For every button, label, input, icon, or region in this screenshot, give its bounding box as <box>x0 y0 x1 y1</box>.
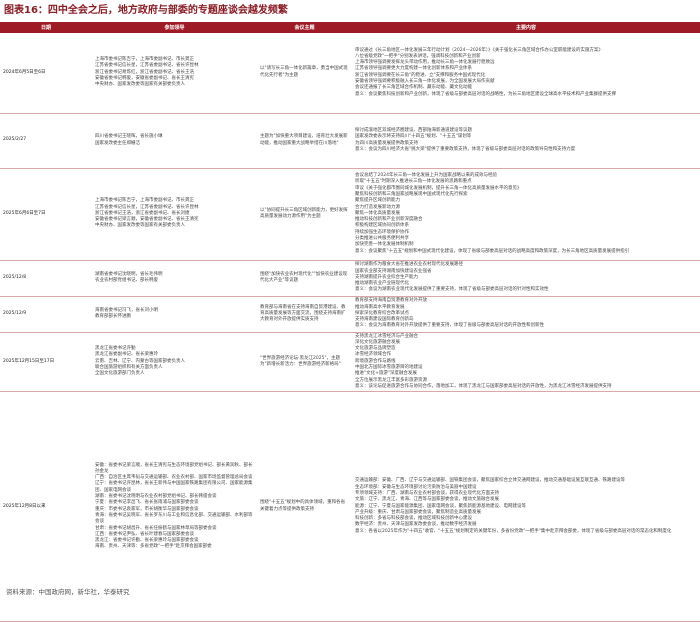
content-line: 意义：该论坛促进旅游合作与协同合作，落地加工，体现了黑龙江与国家部委高层对话的开… <box>355 383 612 389</box>
row-content: 支持黑龙江冰雪经济与产业融合 深化文化旅游融合发展 文化旅游与品牌塑造 冰雪经济领域合… <box>352 332 700 393</box>
content-line: 意义：会议聚焦科技创新和产业创新，体现了省级与部委高层对话的战略性，为长三角地区… <box>355 91 616 97</box>
content-line: 意义：各省以2025年作为"十四五"收官、"十五五"规划制定的关键年份，多省份党… <box>355 528 672 534</box>
participant-line: 辽宁：省委书记许昆林，省长王新伟与中国国家铁路集团有限公司、国家能源集团、国家电… <box>95 481 253 493</box>
row-participants: 四川省委书记王晓晖，省长施小琳 国家发改委主任郑栅洁 <box>92 113 257 169</box>
row-content: 教育部支持海南自贸港教育对外开放 推动海南高水平教育发展 探索深化教育综合改革试点支… <box>352 296 700 333</box>
participant-line: 海南、贵州、天津等：多省党政"一把手"赴京拜会国家部委 <box>95 544 212 550</box>
row-participants: 湖南省委书记沈晓明，省长毛伟明 农业农村部党组书记、部长韩俊 <box>92 260 257 297</box>
row-content: 审议通过《长三角地区一体化发展三年行动计划（2024—2026年）》《关于强化长… <box>352 33 700 114</box>
row-date: 2024年6月5日至6日 <box>0 33 92 114</box>
participant-line: 全国文化旅游部门负责人 <box>95 371 145 377</box>
header-date: 日期 <box>0 22 92 33</box>
table-row: 2025年12月15日至17日 黑龙江省委书记许勤 黑龙江省委副书记、省长梁惠玲 云南… <box>0 332 700 393</box>
source-note: 资料来源：中国政府网，新华社，华泰研究 <box>6 588 130 596</box>
participant-line: 农业农村部党组书记、部长韩俊 <box>95 278 158 283</box>
row-theme: 围绕"加快农业农村现代化""加快农业建设现代化大产业"等议题 <box>257 260 352 297</box>
table-row: 2025年6月6日至7日 上海市委书记陈吉宁，上海市委副书记、市长龚正 江苏省委书记… <box>0 168 700 261</box>
table-row: 2024年6月5日至6日 上海市委书记陈吉宁，上海市委副书记、市长龚正 江苏省委书记… <box>0 33 700 114</box>
row-participants: 上海市委书记陈吉宁，上海市委副书记、市长龚正 江苏省委书记信长星，江苏省委副书记、… <box>92 33 257 114</box>
content-line: 意义：会议聚焦"十五五"规划和中国式现代化建设，体现了省级与部委高层对话的战略高… <box>355 248 630 254</box>
row-content: 会议总结了2024年长三角一体化发展上升为国家战略以来的成效与经验 听取"十五五"… <box>352 168 700 261</box>
row-date: 2025年6月6日至7日 <box>0 168 92 261</box>
header-theme: 会议主题 <box>257 22 352 33</box>
row-content: 探讨成渝地区双城经济圈建设、西部陆海新通道建设等议题 国家发改委表示将支持四川"十… <box>352 113 700 169</box>
participant-line: 中央财办、国家发改委等国家有关部委负责人 <box>95 82 185 88</box>
table-row: 2025/12/9 海南省委书记冯飞，省长刘小明 教育部部长怀进鹏 教育部与海南省在支… <box>0 296 700 333</box>
row-participants: 海南省委书记冯飞，省长刘小明 教育部部长怀进鹏 <box>92 296 257 333</box>
row-theme: 以"协同提升长三角区域创新能力，更好发挥高质量发展动力源作用"为主题 <box>257 168 352 261</box>
row-theme: "世界旅游经济论坛·黑龙江2025"，主题为"新增长新活力：世界旅游经济新格局" <box>257 332 352 393</box>
participant-line: 中央财办、国家发改委等国家有关部委负责人 <box>95 223 185 229</box>
row-content: 交通运输部：安徽、广西、辽宁与交通运输部、国铁集团会谈，聚焦国家综合立体交通网建… <box>352 391 700 622</box>
row-date: 2025/12/9 <box>0 296 92 333</box>
participant-line: 教育部部长怀进鹏 <box>95 314 131 319</box>
participant-line: 安徽：省委书记梁言顺，省长王清宪与生态环境部党组书记、部长黄润秋、部长孙金龙 <box>95 462 253 474</box>
row-theme: 围绕"十五五"规划中的具体领域，重和各省关键着力点等提供政策支持 <box>257 391 352 622</box>
table-header-row: 日期 参加领导 会议主题 主要内容 <box>0 22 700 33</box>
table-body: 2024年6月5日至6日 上海市委书记陈吉宁，上海市委副书记、市长龚正 江苏省委书记… <box>0 33 700 622</box>
participant-line: 国家发改委主任郑栅洁 <box>95 140 140 146</box>
figure-title: 图表16：四中全会之后，地方政府与部委的专题座谈会越发频繁 <box>4 5 288 16</box>
row-date: 2025年12月15日至17日 <box>0 332 92 393</box>
row-date: 2025/2/27 <box>0 113 92 169</box>
row-content: 探讨湖南作为粮食大省在推进农业农村现代化发展路径 国家农业部支持湖南加快建设农业强… <box>352 260 700 297</box>
table-row: 2025/12/8 湖南省委书记沈晓明，省长毛伟明 农业农村部党组书记、部长韩俊 围绕… <box>0 260 700 297</box>
row-theme: 以"请写长三角一体化新篇章，勇当中国式现代化先行者"为主题 <box>257 33 352 114</box>
content-line: 意义：会议为湖南农业现代化发展提供了重要支持，体现了省级与部委高层对话的针对性和… <box>355 287 549 293</box>
row-participants: 黑龙江省委书记许勤 黑龙江省委副书记、省长梁惠玲 云南、吉林、辽宁、内蒙古等国家部委… <box>92 332 257 393</box>
summary-table: 日期 参加领导 会议主题 主要内容 2024年6月5日至6日 上海市委书记陈吉宁，… <box>0 22 700 622</box>
row-theme: 教育部与海南省在支持海南自贸港建设、教育高质量发展等方面交流，围绕支持海南扩大教… <box>257 296 352 333</box>
header-content: 主要内容 <box>352 22 700 33</box>
row-participants: 上海市委书记陈吉宁，上海市委副书记、市长龚正 江苏省委书记信长星，江苏省委副书记、… <box>92 168 257 261</box>
row-theme: 主题为"加快重大项目建设，培育壮大发展新动能，推动国家重大战略举措在川落地" <box>257 113 352 169</box>
content-line: 意义：会议为海南教育对外开放提供了重要支持，体现了省级与部委高层对话的开放性和创… <box>355 323 544 329</box>
content-line: 意义：会议为四川经济大省"挑大梁"提供了重要政策支持，体现了省级与部委高层对话的… <box>355 146 576 152</box>
table-row: 2025/2/27 四川省委书记王晓晖，省长施小琳 国家发改委主任郑栅洁 主题为"加快… <box>0 113 700 169</box>
header-participants: 参加领导 <box>92 22 257 33</box>
row-date: 2025/12/8 <box>0 260 92 297</box>
participant-line: 青海：省委书记吴晓军、省长罗东川与工业和信息化部、交通运输部、水利部等会谈 <box>95 512 253 525</box>
page: 图表16：四中全会之后，地方政府与部委的专题座谈会越发频繁 日期 参加领导 会议… <box>0 0 700 622</box>
